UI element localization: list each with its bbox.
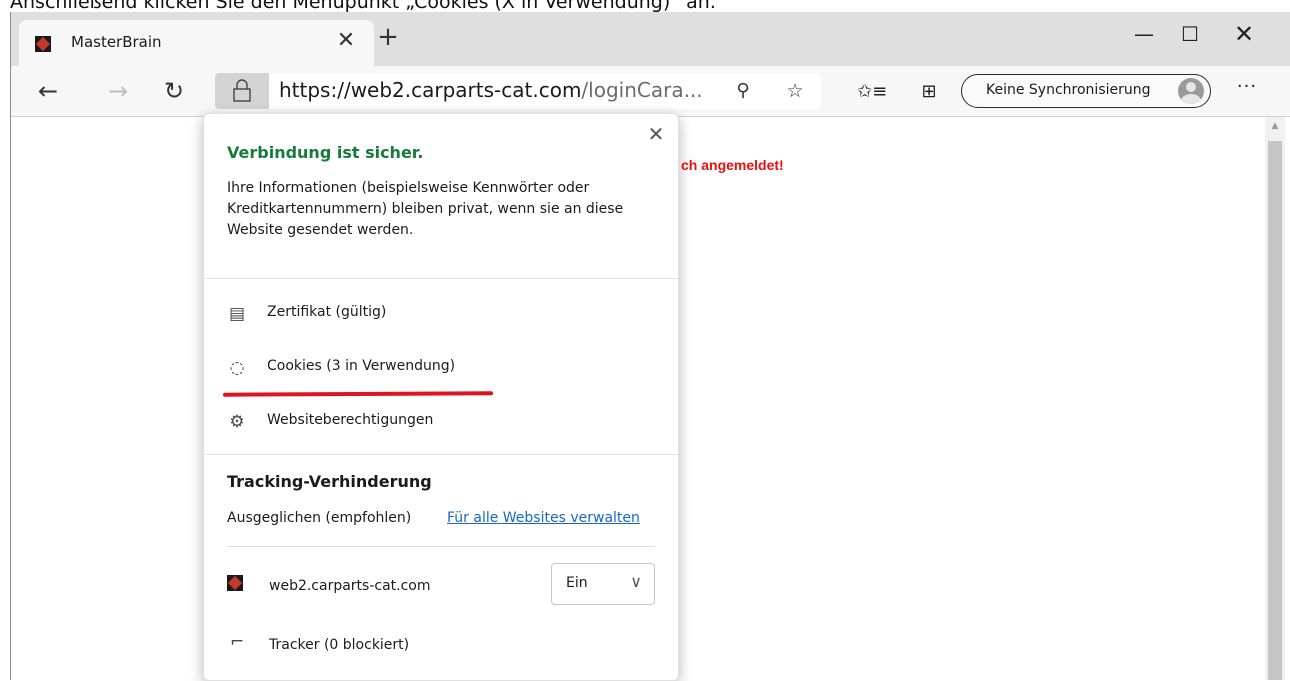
sync-label: Keine Synchronisierung: [986, 82, 1151, 98]
scroll-up-arrow-icon[interactable]: ▲: [1265, 121, 1285, 131]
site-name: web2.carparts-cat.com: [269, 578, 431, 594]
collections-icon[interactable]: ⊞: [915, 78, 943, 106]
url-path: /loginCara...: [581, 78, 703, 102]
divider: [227, 546, 655, 547]
menu-item-label: Zertifikat (gültig): [267, 304, 387, 320]
tracking-toggle-select[interactable]: Ein ∨: [551, 563, 655, 605]
popup-close-icon[interactable]: ✕: [644, 122, 668, 146]
select-value: Ein: [566, 575, 588, 591]
menu-item-site-permissions[interactable]: ⚙ Websiteberechtigungen: [224, 407, 644, 437]
url-text[interactable]: https://web2.carparts-cat.com/loginCara.…: [279, 78, 703, 102]
page-login-message: ch angemeldet!: [681, 157, 784, 173]
tracking-mode: Ausgeglichen (empfohlen): [227, 510, 412, 526]
scrollbar-thumb[interactable]: [1268, 141, 1282, 680]
reload-button[interactable]: ↻: [157, 74, 191, 108]
vertical-scrollbar[interactable]: ▲: [1265, 117, 1285, 680]
site-favicon-icon: [227, 575, 243, 591]
connection-status-title: Verbindung ist sicher.: [227, 143, 424, 162]
site-favicon-icon: [35, 36, 51, 52]
maximize-button[interactable]: ☐: [1167, 14, 1213, 54]
minimize-button[interactable]: —: [1121, 14, 1167, 54]
more-options-button[interactable]: ···: [1227, 76, 1267, 97]
chevron-down-icon: ∨: [630, 572, 642, 591]
tab-masterbrain[interactable]: MasterBrain ✕: [19, 20, 374, 66]
close-window-button[interactable]: ✕: [1221, 14, 1267, 54]
url-host: https://web2.carparts-cat.com: [279, 78, 582, 102]
menu-item-label: Websiteberechtigungen: [267, 412, 434, 428]
connection-description: Ihre Informationen (beispielsweise Kennw…: [227, 180, 624, 238]
menu-item-certificate[interactable]: ▤ Zertifikat (gültig): [224, 299, 644, 329]
favorites-icon[interactable]: ✩≡: [857, 78, 887, 106]
tracking-prevention-title: Tracking-Verhinderung: [227, 472, 432, 491]
site-info-popup: ✕ Verbindung ist sicher. Ihre Informatio…: [203, 113, 679, 681]
cookie-icon: ◌: [229, 358, 245, 378]
divider: [204, 278, 678, 279]
highlight-underline: [222, 391, 494, 397]
divider: [204, 454, 678, 455]
navigation-toolbar: ← → ↻ https://web2.carparts-cat.com/logi…: [11, 66, 1290, 117]
manage-all-sites-link[interactable]: Für alle Websites verwalten: [447, 510, 640, 526]
menu-item-label: Cookies (3 in Verwendung): [267, 358, 456, 374]
tab-bar: MasterBrain ✕ + — ☐ ✕: [11, 12, 1290, 66]
gear-icon: ⚙: [229, 412, 245, 432]
tab-close-icon[interactable]: ✕: [331, 28, 361, 53]
key-icon[interactable]: ⚲: [729, 77, 757, 105]
add-favorite-icon[interactable]: ☆: [781, 77, 809, 105]
trackers-blocked-item[interactable]: Tracker (0 blockiert): [269, 637, 409, 653]
forward-button[interactable]: →: [101, 74, 135, 108]
address-bar[interactable]: https://web2.carparts-cat.com/loginCara.…: [215, 73, 821, 109]
tab-title: MasterBrain: [71, 33, 162, 51]
certificate-icon: ▤: [228, 304, 246, 324]
menu-item-cookies[interactable]: ◌ Cookies (3 in Verwendung): [224, 353, 644, 383]
tracker-icon: ⌐: [229, 632, 245, 652]
new-tab-button[interactable]: +: [373, 24, 403, 50]
lock-icon: [233, 79, 251, 102]
avatar: [1178, 78, 1204, 104]
back-button[interactable]: ←: [31, 74, 65, 108]
profile-sync-button[interactable]: Keine Synchronisierung: [961, 74, 1211, 108]
site-info-button[interactable]: [215, 73, 269, 109]
